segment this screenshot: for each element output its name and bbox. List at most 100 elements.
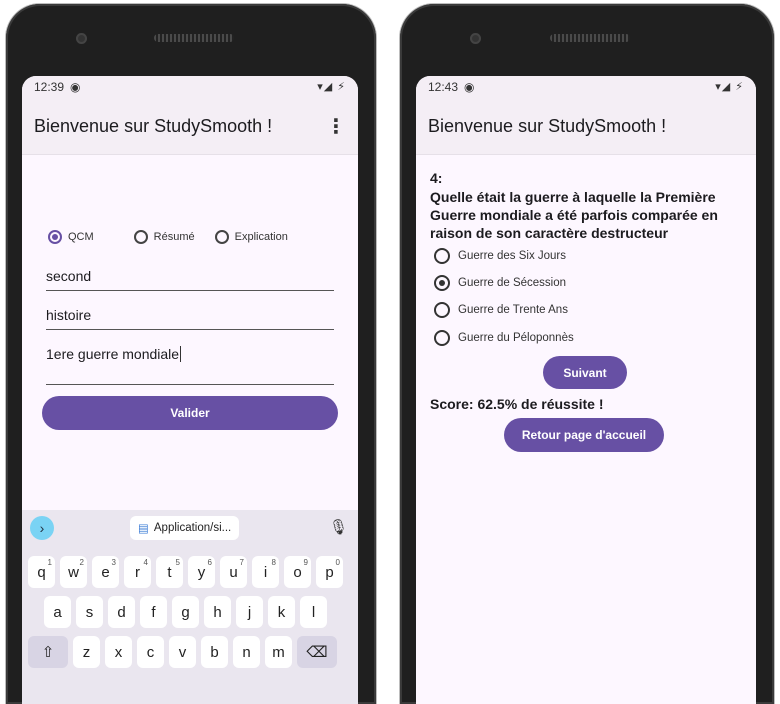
subject-field[interactable]: histoire [46,307,334,330]
app-bar: Bienvenue sur StudySmooth ! [416,98,756,155]
option-label: Guerre de Trente Ans [458,304,568,316]
status-notification-icon: ◉ [70,80,81,94]
radio-resume[interactable]: Résumé [133,230,195,244]
keyboard-row-2: asdfghjkl [44,596,332,628]
on-screen-keyboard: › ▤ Application/si... 🎙 q1w2e3r4t5y6u7i8… [22,510,358,704]
key-g[interactable]: g [172,596,199,628]
radio-qcm[interactable]: QCM [48,230,94,244]
key-label: o [293,563,302,581]
score-text: Score: 62.5% de réussite ! [430,396,604,412]
key-x[interactable]: x [105,636,132,668]
key-q[interactable]: q1 [28,556,55,588]
radio-explication[interactable]: Explication [214,230,288,244]
key-r[interactable]: r4 [124,556,151,588]
next-button[interactable]: Suivant [543,356,627,389]
key-f[interactable]: f [140,596,167,628]
key-label: p [325,563,334,581]
option-label: Guerre du Péloponnès [458,332,574,344]
key-a[interactable]: a [44,596,71,628]
chevron-right-icon[interactable]: › [30,516,54,540]
status-time: 12:39 [34,80,65,94]
status-icons: ▾◢ ⚡ [317,81,346,93]
mode-radio-group: QCM Résumé Explication [48,230,348,244]
option-six-jours[interactable]: Guerre des Six Jours [434,248,566,264]
speaker-grille [154,34,234,42]
key-m[interactable]: m [265,636,292,668]
key-v[interactable]: v [169,636,196,668]
key-e[interactable]: e3 [92,556,119,588]
app-title: Bienvenue sur StudySmooth ! [428,115,667,136]
radio-qcm-label: QCM [68,231,94,243]
key-hint: 9 [303,558,308,567]
radio-unselected-icon [434,302,450,318]
key-hint: 4 [143,558,148,567]
option-label: Guerre de Sécession [458,277,567,289]
clipboard-suggestion-text: Application/si... [153,522,232,534]
microphone-icon[interactable]: 🎙 [329,518,348,536]
clipboard-icon: ▤ [138,523,149,535]
key-label: t [167,563,172,581]
key-b[interactable]: b [201,636,228,668]
key-s[interactable]: s [76,596,103,628]
key-label: i [263,563,268,581]
key-y[interactable]: y6 [188,556,215,588]
phone-left: 12:39 ◉ ▾◢ ⚡ Bienvenue sur StudySmooth !… [6,4,376,704]
clipboard-suggestion-chip[interactable]: ▤ Application/si... [130,516,240,540]
key-n[interactable]: n [233,636,260,668]
key-j[interactable]: j [236,596,263,628]
backspace-icon[interactable]: ⌫ [297,636,337,668]
radio-selected-icon [434,275,450,291]
topic-field-value: 1ere guerre mondiale [46,346,180,362]
speaker-grille [550,34,630,42]
option-peloponnese[interactable]: Guerre du Péloponnès [434,330,574,346]
key-o[interactable]: o9 [284,556,311,588]
key-label: y [197,563,206,581]
option-label: Guerre des Six Jours [458,250,567,262]
key-w[interactable]: w2 [60,556,87,588]
radio-unselected-icon [214,230,229,244]
level-field[interactable]: second [46,268,334,291]
key-z[interactable]: z [73,636,100,668]
key-label: e [101,563,110,581]
key-t[interactable]: t5 [156,556,183,588]
radio-unselected-icon [434,248,450,264]
key-hint: 1 [47,558,52,567]
home-button[interactable]: Retour page d'accueil [504,418,664,452]
shift-icon[interactable]: ⇧ [28,636,68,668]
status-time: 12:43 [428,80,459,94]
key-d[interactable]: d [108,596,135,628]
topic-field[interactable]: 1ere guerre mondiale [46,346,334,385]
question-text: Quelle était la guerre à laquelle la Pre… [430,189,718,241]
status-notification-icon: ◉ [464,80,475,94]
radio-selected-icon [48,230,62,244]
key-hint: 5 [175,558,180,567]
key-label: u [229,563,238,581]
phone-right: 12:43 ◉ ▾◢ ⚡ Bienvenue sur StudySmooth !… [400,4,774,704]
key-label: w [68,563,79,581]
key-c[interactable]: c [137,636,164,668]
app-title: Bienvenue sur StudySmooth ! [34,115,273,136]
key-u[interactable]: u7 [220,556,247,588]
key-hint: 6 [207,558,212,567]
key-hint: 8 [271,558,276,567]
option-trente-ans[interactable]: Guerre de Trente Ans [434,302,568,318]
key-k[interactable]: k [268,596,295,628]
keyboard-toolbar: › ▤ Application/si... 🎙 [22,510,358,546]
app-bar: Bienvenue sur StudySmooth ! ⋮ [22,98,358,155]
key-label: q [37,563,46,581]
key-h[interactable]: h [204,596,231,628]
key-p[interactable]: p0 [316,556,343,588]
key-i[interactable]: i8 [252,556,279,588]
overflow-menu-icon[interactable]: ⋮ [326,114,346,139]
screen-quiz: 12:43 ◉ ▾◢ ⚡ Bienvenue sur StudySmooth !… [416,76,756,704]
status-icons: ▾◢ ⚡ [715,81,744,93]
key-hint: 3 [111,558,116,567]
status-bar: 12:39 ◉ ▾◢ ⚡ [22,76,358,98]
radio-unselected-icon [133,230,148,244]
option-secession[interactable]: Guerre de Sécession [434,275,566,291]
key-l[interactable]: l [300,596,327,628]
key-label: r [135,563,140,581]
screen-form: 12:39 ◉ ▾◢ ⚡ Bienvenue sur StudySmooth !… [22,76,358,704]
validate-button[interactable]: Valider [42,396,338,430]
question-number: 4: [430,170,443,186]
